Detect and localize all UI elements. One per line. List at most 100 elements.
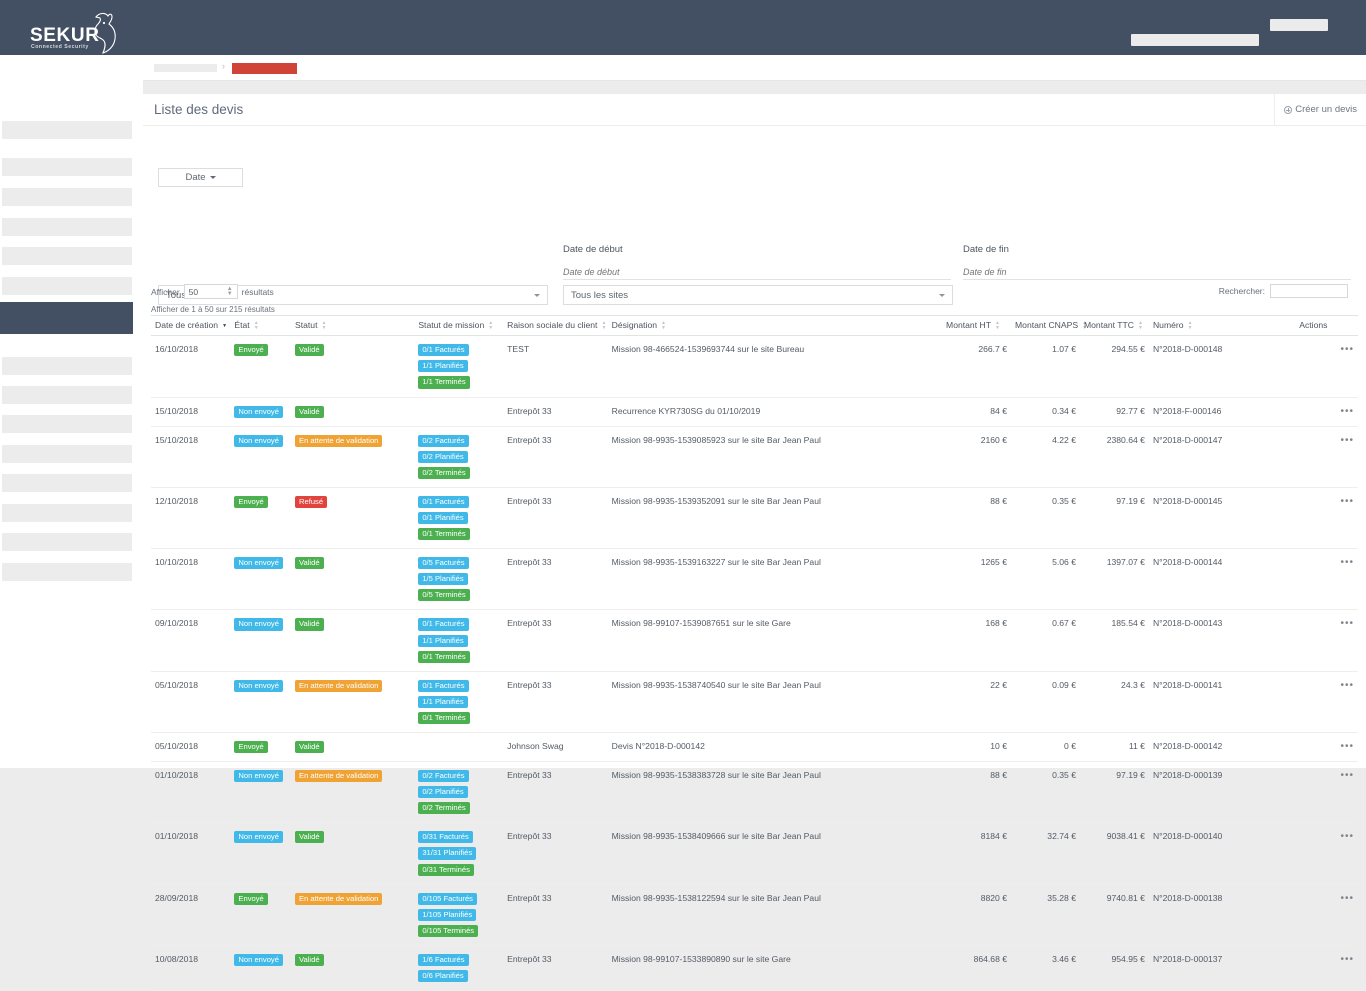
sidebar-item-active[interactable] — [0, 302, 133, 334]
row-actions-button[interactable]: ••• — [1340, 496, 1354, 507]
sidebar-item-placeholder[interactable] — [2, 218, 132, 236]
cell-mission-status: 0/1 Facturés1/1 Planifiés0/1 Terminés — [414, 671, 503, 732]
sidebar-item-placeholder[interactable] — [2, 504, 132, 522]
sidebar-item-placeholder[interactable] — [2, 188, 132, 206]
sidebar-item-placeholder[interactable] — [2, 247, 132, 265]
cell-statut: En attente de validation — [291, 671, 414, 732]
table-column-header[interactable]: Date de création▼ — [151, 316, 230, 336]
sidebar-item-placeholder[interactable] — [2, 563, 132, 581]
row-actions-button[interactable]: ••• — [1340, 893, 1354, 904]
cell-etat: Non envoyé — [230, 823, 291, 884]
cell-statut: Validé — [291, 945, 414, 990]
sidebar-item-placeholder[interactable] — [2, 357, 132, 375]
row-actions-button[interactable]: ••• — [1340, 618, 1354, 629]
status-badge: En attente de validation — [295, 893, 382, 905]
cell-date: 05/10/2018 — [151, 671, 230, 732]
cell-actions[interactable]: ••• — [1295, 945, 1358, 990]
status-badge: 0/1 Facturés — [418, 344, 468, 356]
cell-date: 09/10/2018 — [151, 610, 230, 671]
row-actions-button[interactable]: ••• — [1340, 741, 1354, 752]
date-end-input[interactable] — [963, 264, 1351, 280]
sidebar-item-placeholder[interactable] — [2, 121, 132, 139]
row-actions-button[interactable]: ••• — [1340, 954, 1354, 965]
cell-statut: Validé — [291, 549, 414, 610]
sidebar-item-placeholder[interactable] — [2, 533, 132, 551]
cell-actions[interactable]: ••• — [1295, 610, 1358, 671]
sidebar-item-placeholder[interactable] — [2, 415, 132, 433]
cell-designation: Mission 98-9935-1539085923 sur le site B… — [608, 426, 942, 487]
table-row[interactable]: 16/10/2018EnvoyéValidé0/1 Facturés1/1 Pl… — [151, 336, 1358, 397]
cell-mission-status: 0/2 Facturés0/2 Planifiés0/2 Terminés — [414, 426, 503, 487]
cell-montant-ttc: 294.55 € — [1080, 336, 1149, 397]
row-actions-button[interactable]: ••• — [1340, 680, 1354, 691]
table-row[interactable]: 15/10/2018Non envoyéValidéEntrepôt 33Rec… — [151, 397, 1358, 426]
cell-montant-cnaps: 3.46 € — [1011, 945, 1080, 990]
search-input[interactable] — [1270, 284, 1348, 298]
cell-actions[interactable]: ••• — [1295, 733, 1358, 762]
row-actions-button[interactable]: ••• — [1340, 831, 1354, 842]
sidebar-item-placeholder[interactable] — [2, 158, 132, 176]
cell-actions[interactable]: ••• — [1295, 823, 1358, 884]
table-column-header[interactable]: Numéro▲▼ — [1149, 316, 1295, 336]
table-row[interactable]: 15/10/2018Non envoyéEn attente de valida… — [151, 426, 1358, 487]
create-quote-label: Créer un devis — [1295, 104, 1357, 115]
table-row[interactable]: 10/10/2018Non envoyéValidé0/5 Facturés1/… — [151, 549, 1358, 610]
brand-logo[interactable]: SEKUR Connected Security — [22, 8, 132, 50]
cell-montant-ttc: 97.19 € — [1080, 487, 1149, 548]
table-column-header[interactable]: Statut de mission▲▼ — [414, 316, 503, 336]
cell-montant-ht: 84 € — [942, 397, 1011, 426]
table-row[interactable]: 10/08/2018Non envoyéValidé1/6 Facturés0/… — [151, 945, 1358, 990]
table-row[interactable]: 09/10/2018Non envoyéValidé0/1 Facturés1/… — [151, 610, 1358, 671]
sidebar-item-placeholder[interactable] — [2, 474, 132, 492]
table-row[interactable]: 05/10/2018EnvoyéValidéJohnson SwagDevis … — [151, 733, 1358, 762]
cell-actions[interactable]: ••• — [1295, 397, 1358, 426]
sidebar-item-placeholder[interactable] — [2, 445, 132, 463]
table-row[interactable]: 12/10/2018EnvoyéRefusé0/1 Facturés0/1 Pl… — [151, 487, 1358, 548]
cell-actions[interactable]: ••• — [1295, 884, 1358, 945]
create-quote-button[interactable]: Créer un devis — [1274, 94, 1366, 125]
status-badge: 0/1 Facturés — [418, 618, 468, 630]
table-column-header[interactable]: Montant CNAPS▲▼ — [1011, 316, 1080, 336]
row-actions-button[interactable]: ••• — [1340, 770, 1354, 781]
table-column-header[interactable]: Montant HT▲▼ — [942, 316, 1011, 336]
cell-etat: Non envoyé — [230, 549, 291, 610]
table-column-header[interactable]: Montant TTC▲▼ — [1080, 316, 1149, 336]
table-column-label: Désignation — [612, 320, 657, 330]
page-length-select[interactable]: 50 ▲▼ — [184, 284, 238, 299]
table-column-header[interactable]: Désignation▲▼ — [608, 316, 942, 336]
table-row[interactable]: 01/10/2018Non envoyéValidé0/31 Facturés3… — [151, 823, 1358, 884]
cell-actions[interactable]: ••• — [1295, 549, 1358, 610]
sort-desc-icon: ▼ — [222, 324, 229, 329]
cell-designation: Recurrence KYR730SG du 01/10/2019 — [608, 397, 942, 426]
cell-montant-ht: 2160 € — [942, 426, 1011, 487]
row-actions-button[interactable]: ••• — [1340, 406, 1354, 417]
cell-actions[interactable]: ••• — [1295, 487, 1358, 548]
cell-actions[interactable]: ••• — [1295, 426, 1358, 487]
table-row[interactable]: 28/09/2018EnvoyéEn attente de validation… — [151, 884, 1358, 945]
cell-montant-ttc: 11 € — [1080, 733, 1149, 762]
sidebar-item-placeholder[interactable] — [2, 277, 132, 295]
row-actions-button[interactable]: ••• — [1340, 435, 1354, 446]
table-column-label: État — [234, 320, 249, 330]
row-actions-button[interactable]: ••• — [1340, 344, 1354, 355]
table-row[interactable]: 01/10/2018Non envoyéEn attente de valida… — [151, 762, 1358, 823]
table-column-header[interactable]: Raison sociale du client▲▼ — [503, 316, 608, 336]
cell-actions[interactable]: ••• — [1295, 762, 1358, 823]
status-badge: 1/1 Planifiés — [418, 696, 467, 708]
table-column-header[interactable]: État ▲▼ — [230, 316, 291, 336]
sites-select[interactable]: Tous les sites — [563, 285, 953, 305]
page-length-value: 50 — [189, 287, 198, 297]
main-content: › Liste des devis Créer un devis Date To… — [143, 55, 1366, 768]
cell-actions[interactable]: ••• — [1295, 671, 1358, 732]
sort-icon: ▲▼ — [254, 321, 261, 330]
cell-actions[interactable]: ••• — [1295, 336, 1358, 397]
sidebar-item-placeholder[interactable] — [2, 386, 132, 404]
table-row[interactable]: 05/10/2018Non envoyéEn attente de valida… — [151, 671, 1358, 732]
breadcrumb-item-placeholder[interactable] — [154, 64, 217, 72]
table-column-header[interactable]: Statut▲▼ — [291, 316, 414, 336]
row-actions-button[interactable]: ••• — [1340, 557, 1354, 568]
breadcrumb-current-placeholder — [232, 63, 297, 74]
filter-bar: Date Tous les clients Tous les sites Dat… — [143, 126, 1366, 186]
date-filter-button[interactable]: Date — [158, 168, 243, 187]
date-start-input[interactable] — [563, 264, 951, 280]
